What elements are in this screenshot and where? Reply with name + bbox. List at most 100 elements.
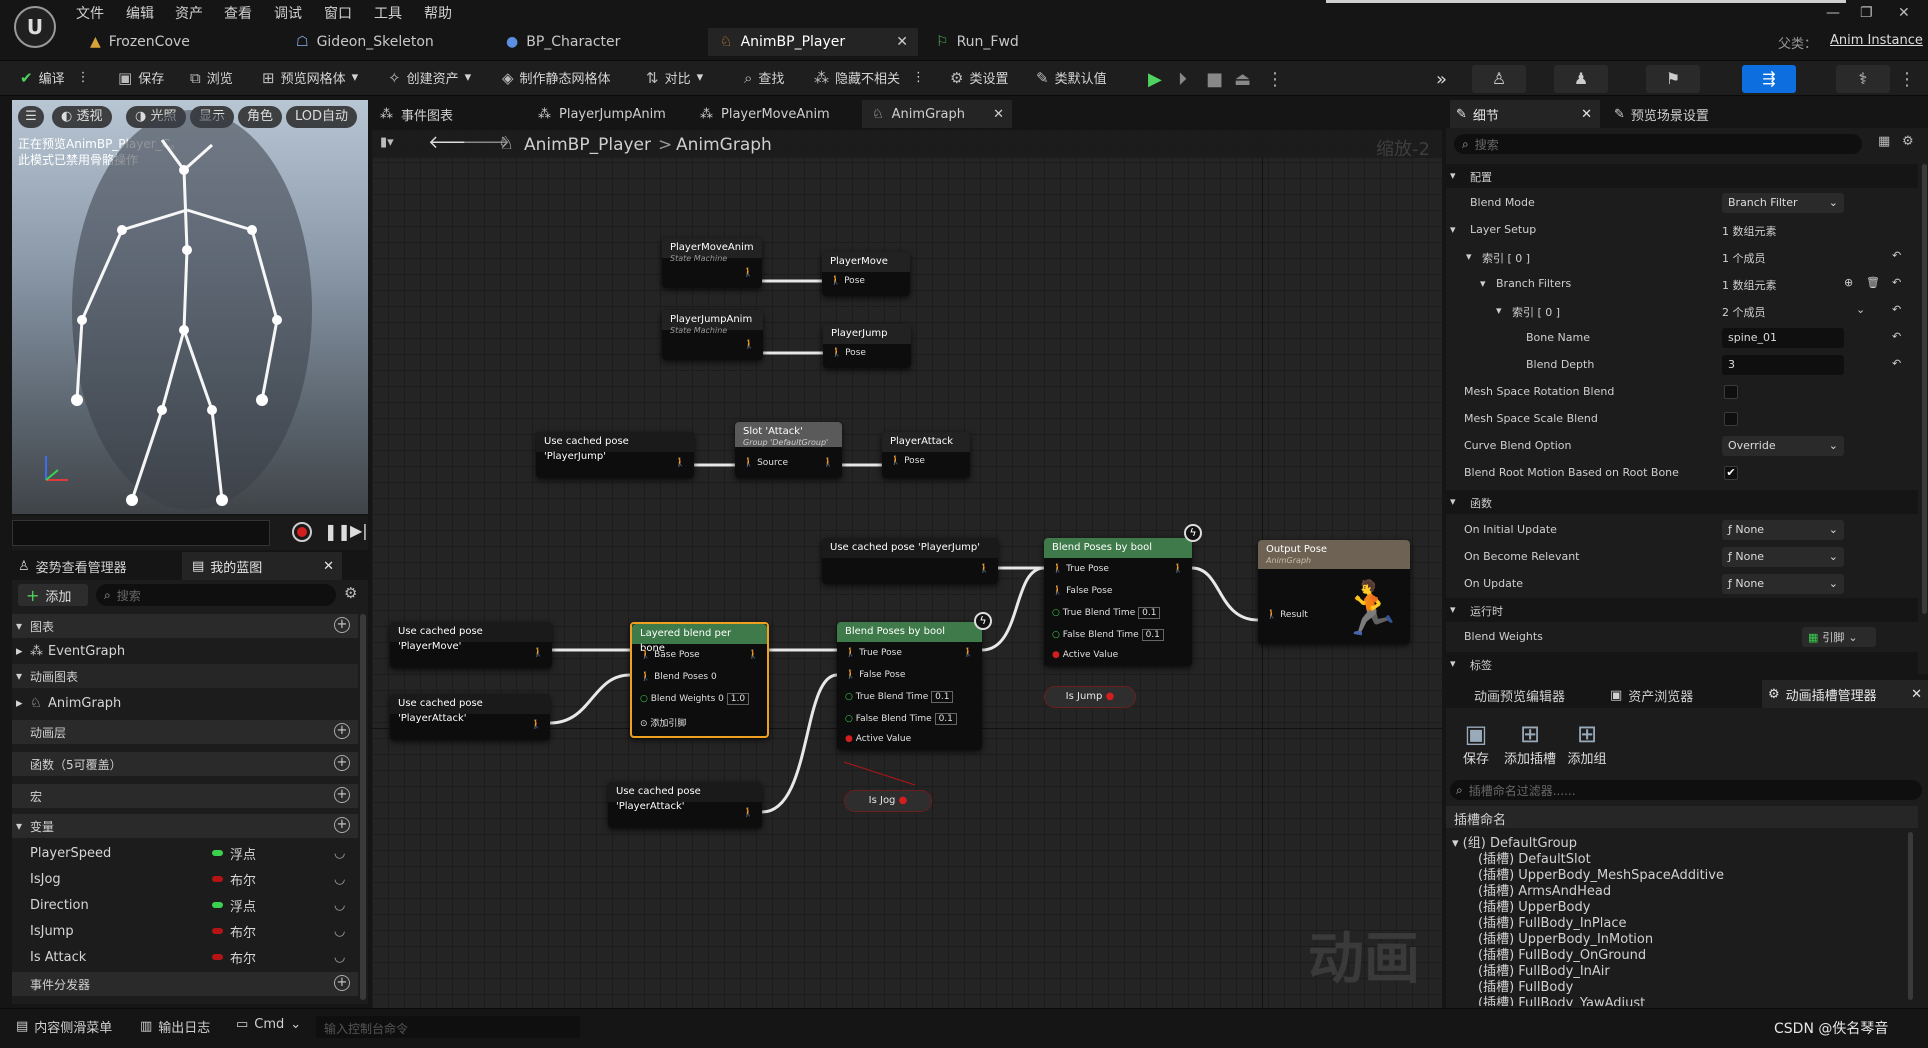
section-macros[interactable]: 宏 + [12,784,358,808]
use-cached-pose-player-move[interactable]: Use cached pose 'PlayerMove' 🚶 [390,622,552,668]
on-initial-update-dropdown[interactable]: ƒ None ⌄ [1722,520,1844,540]
pose-pin-icon[interactable]: 🚶 [823,458,834,468]
scrollbar[interactable] [360,614,366,1000]
tab-preview-scene[interactable]: ✎ 预览场景设置 [1614,105,1709,124]
more-icon[interactable]: ⋮ [912,70,925,85]
category-runtime[interactable]: ▾ 运行时 [1446,598,1918,622]
category-functions[interactable]: ▾ 函数 [1446,490,1918,514]
false-blend-time-pin[interactable]: ○ False Blend Time 0.1 [845,713,957,725]
delete-icon[interactable]: 🗑 [1866,276,1880,289]
is-jump-variable-node[interactable]: Is Jump ● [1044,686,1136,708]
add-group-button[interactable]: ⊞ 添加组 [1562,720,1612,767]
pose-pin[interactable]: 🚶 Pose [890,456,925,466]
true-pose-pin[interactable]: 🚶 True Pose [845,648,902,658]
parent-class-link[interactable]: Anim Instance [1830,33,1923,48]
tab-bp-character[interactable]: ● BP_Character [500,28,680,56]
true-pose-pin[interactable]: 🚶 True Pose [1052,564,1109,574]
more-icon[interactable]: ⋮ [1898,69,1916,90]
add-graph-icon[interactable]: + [334,617,350,633]
blend-weights-pin-dropdown[interactable]: ▦ 引脚 ⌄ [1802,627,1876,647]
tab-frozencove[interactable]: ▲ FrozenCove [80,28,240,56]
menu-debug[interactable]: 调试 [274,3,302,23]
reset-icon[interactable]: ↶ [1892,357,1901,370]
create-asset-button[interactable]: ✧ 创建资产 ▾ [388,68,471,88]
use-cached-pose-player-jump-2[interactable]: Use cached pose 'PlayerJump' 🚶 [822,538,998,584]
mesh-space-scale-checkbox[interactable] [1724,412,1738,426]
chevron-down-icon[interactable]: ⌄ [1856,303,1865,316]
tab-animbp-player[interactable]: ♘ AnimBP_Player ✕ [708,28,918,56]
diff-button[interactable]: ⇅ 对比 ▾ [646,68,703,88]
blueprint-search[interactable]: ⌕ 搜索 [96,584,336,606]
pose-pin-icon[interactable]: 🚶 [744,340,755,350]
tab-details[interactable]: ✎ 细节 ✕ [1450,100,1600,128]
output-pose-pin-icon[interactable]: 🚶 [1173,564,1184,574]
menu-asset[interactable]: 资产 [175,3,203,23]
category-config[interactable]: ▾ 配置 [1446,164,1918,188]
scrollbar[interactable] [1908,832,1913,1000]
close-tab-icon[interactable]: ✕ [896,34,908,50]
add-slot-button[interactable]: ⊞ 添加插槽 [1502,720,1558,767]
false-pose-pin[interactable]: 🚶 False Pose [845,670,905,680]
more-icon[interactable]: ⋮ [1266,69,1284,90]
slot-filter-input[interactable]: ⌕ 插槽命名过滤器...... [1450,780,1922,800]
close-window-icon[interactable]: ✕ [1898,5,1910,21]
preview-viewport[interactable]: ☰ ◐ 透视 ◑ 光照 显示 角色 LOD自动 正在预览AnimBP_Playe… [12,100,368,514]
pose-pin-icon[interactable]: 🚶 [533,648,544,658]
pause-icon[interactable]: ❚❚ [324,522,351,541]
close-tab-icon[interactable]: ✕ [993,107,1004,122]
variable-row[interactable]: IsJump 布尔 ◡ [12,918,358,944]
menu-view[interactable]: 查看 [224,3,252,23]
menu-tools[interactable]: 工具 [374,3,402,23]
save-button[interactable]: ▣ 保存 [118,68,164,88]
add-variable-icon[interactable]: + [334,817,350,833]
pose-pin-icon[interactable]: 🚶 [979,564,990,574]
eject-icon[interactable]: ⏏ [1234,69,1251,90]
next-frame-icon[interactable]: ▶| [350,521,368,540]
section-graphs[interactable]: ▾ 图表 + [12,614,358,638]
output-log-button[interactable]: ▥ 输出日志 [140,1017,210,1036]
visibility-eye-icon[interactable]: ◡ [334,846,345,861]
anim-graph-item[interactable]: ▸ ♘ AnimGraph [12,690,358,716]
add-dispatcher-icon[interactable]: + [334,975,350,991]
physics-mode-button[interactable]: ⚕ [1836,65,1890,93]
on-become-relevant-dropdown[interactable]: ƒ None ⌄ [1722,547,1844,567]
false-blend-time-pin[interactable]: ○ False Blend Time 0.1 [1052,629,1164,641]
tab-my-blueprint[interactable]: ▤ 我的蓝图 ✕ [182,552,342,580]
section-event-dispatchers[interactable]: 事件分发器 + [12,972,358,996]
save-slots-button[interactable]: ▣ 保存 [1456,720,1496,767]
close-tab-icon[interactable]: ✕ [1581,107,1592,122]
tab-player-move-anim[interactable]: ⁂ PlayerMoveAnim [700,100,830,128]
find-button[interactable]: ⌕ 查找 [744,68,784,88]
pin-value[interactable]: 1.0 [726,693,750,705]
table-view-icon[interactable]: ▦ [1878,134,1890,149]
save-cached-pose-player-attack[interactable]: PlayerAttack 🚶 Pose [882,432,970,478]
browse-button[interactable]: ⧉ 浏览 [190,68,233,88]
slot-attack-node[interactable]: Slot 'Attack' Group 'DefaultGroup' 🚶 Sou… [735,422,842,478]
true-blend-time-pin[interactable]: ○ True Blend Time 0.1 [845,691,954,703]
curve-blend-dropdown[interactable]: Override ⌄ [1722,436,1844,456]
collapse-icon[interactable]: ▾ [1466,250,1472,263]
use-cached-pose-player-attack-1[interactable]: Use cached pose 'PlayerAttack' 🚶 [390,694,550,740]
class-defaults-button[interactable]: ✎ 类默认值 [1036,68,1107,88]
play-icon[interactable]: ▶ [1148,69,1162,90]
details-search[interactable]: ⌕ 搜索 [1454,134,1862,154]
blueprint-mode-button[interactable]: ⇶ [1742,65,1796,93]
menu-edit[interactable]: 编辑 [126,3,154,23]
state-machine-player-jump[interactable]: PlayerJumpAnim State Machine 🚶 [662,310,763,360]
mesh-space-rotation-checkbox[interactable] [1724,385,1738,399]
is-jog-variable-node[interactable]: Is Jog ● [844,790,932,812]
animation-mode-button[interactable]: ⚑ [1646,65,1700,93]
save-cached-pose-player-move[interactable]: PlayerMove 🚶 Pose [822,252,910,296]
pin-value[interactable]: 0.1 [1138,607,1161,619]
blend-weights-pin[interactable]: ○ Blend Weights 0 1.0 [640,693,750,705]
blend-mode-dropdown[interactable]: Branch Filter ⌄ [1722,193,1844,213]
menu-help[interactable]: 帮助 [424,3,452,23]
on-update-dropdown[interactable]: ƒ None ⌄ [1722,574,1844,594]
settings-gear-icon[interactable]: ⚙ [344,584,357,602]
use-cached-pose-player-attack-2[interactable]: Use cached pose 'PlayerAttack' 🚶 [608,782,762,828]
blend-poses-by-bool-jog[interactable]: Blend Poses by bool ϟ 🚶 True Pose 🚶 🚶 Fa… [837,612,992,750]
tab-event-graph[interactable]: ⁂ 事件图表 [380,100,453,128]
source-pin[interactable]: 🚶 Source [743,458,788,468]
save-cached-pose-player-jump[interactable]: PlayerJump 🚶 Pose [823,324,911,368]
use-cached-pose-player-jump-1[interactable]: Use cached pose 'PlayerJump' 🚶 [536,432,694,478]
